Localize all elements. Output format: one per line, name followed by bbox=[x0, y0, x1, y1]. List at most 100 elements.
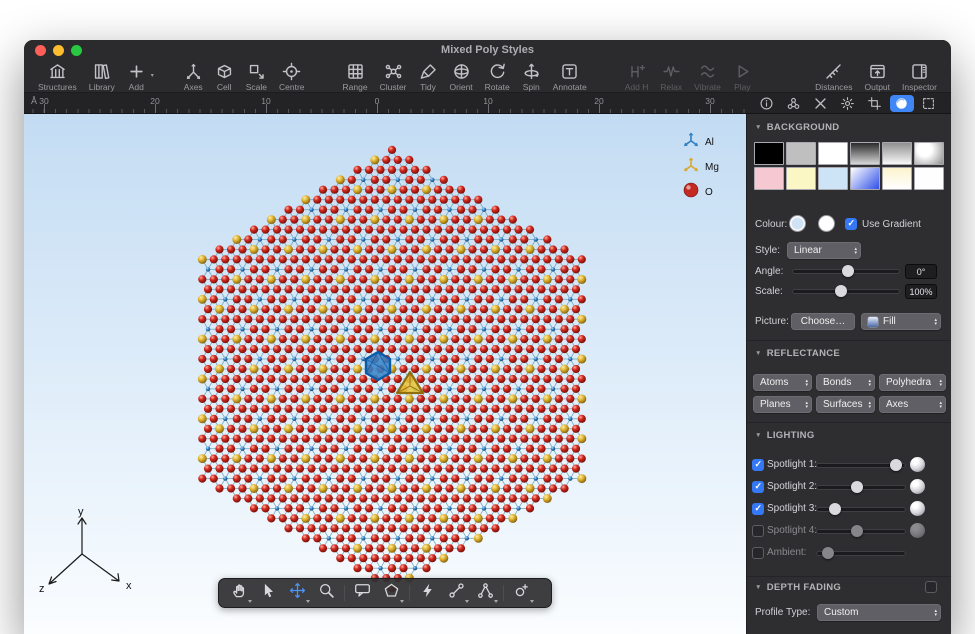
structure-canvas[interactable]: AlMgO y z x bbox=[24, 114, 746, 634]
lighting-checkbox[interactable] bbox=[752, 481, 764, 493]
lighting-section-header[interactable]: ▼LIGHTING bbox=[755, 430, 815, 441]
reflectance-surfaces-popup[interactable]: Surfaces▴▾ bbox=[816, 396, 875, 413]
distance-tool[interactable] bbox=[442, 580, 471, 606]
appearance-tab[interactable] bbox=[890, 95, 914, 112]
style-popup[interactable]: Linear▴▾ bbox=[787, 242, 861, 259]
bond-icon bbox=[448, 582, 465, 604]
ruler-tick-label: 20 bbox=[150, 96, 159, 106]
lighting-checkbox[interactable] bbox=[752, 525, 764, 537]
fill-popup[interactable]: Fill▴▾ bbox=[861, 313, 941, 330]
background-swatch-5[interactable] bbox=[882, 142, 912, 165]
tool-dropdown-icon bbox=[530, 600, 534, 603]
tools-tab[interactable] bbox=[808, 95, 832, 112]
toolbar-inspector-button[interactable]: Inspector bbox=[896, 62, 943, 92]
background-swatch-9[interactable] bbox=[818, 167, 848, 190]
background-section-header[interactable]: ▼BACKGROUND bbox=[755, 122, 839, 133]
toolbar-cell-button[interactable]: Cell bbox=[209, 62, 240, 92]
background-swatch-3[interactable] bbox=[818, 142, 848, 165]
toolbar-range-button[interactable]: Range bbox=[337, 62, 374, 92]
toolbar-output-button[interactable]: Output bbox=[859, 62, 897, 92]
scale-icon bbox=[247, 62, 266, 81]
toolbar-structures-button[interactable]: Structures bbox=[32, 62, 83, 92]
toolbar-axes-button[interactable]: Axes bbox=[178, 62, 209, 92]
ruler-tick-label: 30 bbox=[39, 96, 48, 106]
toolbar-centre-button[interactable]: Centre bbox=[273, 62, 311, 92]
choose-picture-button[interactable]: Choose… bbox=[791, 313, 855, 330]
zoom-tool[interactable] bbox=[312, 580, 341, 606]
pan-tool[interactable] bbox=[225, 580, 254, 606]
toolbar-library-button[interactable]: Library bbox=[83, 62, 121, 92]
use-gradient-checkbox[interactable] bbox=[845, 218, 857, 230]
background-swatch-4[interactable] bbox=[850, 142, 880, 165]
toolbar-spin-button[interactable]: Spin bbox=[516, 62, 547, 92]
colour-well-2[interactable] bbox=[818, 215, 835, 232]
angle-slider[interactable] bbox=[793, 264, 899, 278]
toolbar-add-h-button: Add H bbox=[619, 62, 655, 92]
depth-fading-section-header[interactable]: ▼DEPTH FADING bbox=[755, 582, 841, 593]
scale-value[interactable]: 100% bbox=[905, 284, 937, 299]
toolbar-cluster-button[interactable]: Cluster bbox=[374, 62, 413, 92]
lighting-checkbox[interactable] bbox=[752, 547, 764, 559]
layout-tab[interactable] bbox=[863, 95, 887, 112]
select-tool[interactable] bbox=[254, 580, 283, 606]
ruler-tick-label: 30 bbox=[705, 96, 714, 106]
toolbar-annotate-button[interactable]: Annotate bbox=[547, 62, 593, 92]
colour-well-1[interactable] bbox=[789, 215, 806, 232]
angle-tool[interactable] bbox=[471, 580, 500, 606]
toolbar-add-button[interactable]: ▾Add bbox=[121, 62, 152, 92]
tool-dropdown-icon bbox=[400, 600, 404, 603]
toolbar-tidy-button[interactable]: Tidy bbox=[413, 62, 444, 92]
lighting-slider[interactable] bbox=[817, 458, 905, 472]
light-preview-sphere bbox=[910, 479, 925, 494]
title-bar[interactable]: Mixed Poly Styles bbox=[24, 40, 951, 60]
background-swatch-2[interactable] bbox=[786, 142, 816, 165]
reflectance-polyhedra-popup[interactable]: Polyhedra▴▾ bbox=[879, 374, 946, 391]
lighting-slider[interactable] bbox=[817, 480, 905, 494]
lighting-checkbox[interactable] bbox=[752, 459, 764, 471]
profile-type-popup[interactable]: Custom▴▾ bbox=[817, 604, 941, 621]
legend: AlMgO bbox=[682, 130, 719, 205]
popup-arrows-icon: ▴▾ bbox=[800, 401, 808, 409]
inspector-panel: ▼BACKGROUND Colour: Use Gradient Style: … bbox=[746, 114, 951, 634]
use-gradient-label: Use Gradient bbox=[862, 219, 921, 230]
selected-al-polyhedron[interactable] bbox=[366, 352, 390, 380]
lighting-slider[interactable] bbox=[817, 502, 905, 516]
reflectance-axes-popup[interactable]: Axes▴▾ bbox=[879, 396, 946, 413]
background-swatch-1[interactable] bbox=[754, 142, 784, 165]
popup-arrows-icon: ▴▾ bbox=[800, 379, 808, 387]
reflectance-section-header[interactable]: ▼REFLECTANCE bbox=[755, 348, 840, 359]
selection-tab[interactable] bbox=[917, 95, 941, 112]
toolbar-distances-button[interactable]: Distances bbox=[809, 62, 858, 92]
picture-label: Picture: bbox=[755, 316, 789, 327]
axes-icon bbox=[184, 62, 203, 81]
reflectance-planes-popup[interactable]: Planes▴▾ bbox=[753, 396, 812, 413]
toolbar-orient-button[interactable]: Orient bbox=[444, 62, 479, 92]
toolbar-scale-button[interactable]: Scale bbox=[240, 62, 273, 92]
add-atom-tool[interactable] bbox=[507, 580, 536, 606]
lighting-slider[interactable] bbox=[817, 524, 905, 538]
background-swatch-10[interactable] bbox=[850, 167, 880, 190]
reflectance-bonds-popup[interactable]: Bonds▴▾ bbox=[816, 374, 875, 391]
angle-value[interactable]: 0° bbox=[905, 264, 937, 279]
polygon-select-tool[interactable] bbox=[377, 580, 406, 606]
background-swatch-7[interactable] bbox=[754, 167, 784, 190]
app-window: Mixed Poly Styles StructuresLibrary▾Add A… bbox=[24, 40, 951, 634]
reflectance-atoms-popup[interactable]: Atoms▴▾ bbox=[753, 374, 812, 391]
quick-measure-tool[interactable] bbox=[413, 580, 442, 606]
lighting-row-5: Ambient: bbox=[747, 544, 951, 562]
lighting-slider[interactable] bbox=[817, 546, 905, 560]
background-swatch-6[interactable] bbox=[914, 142, 944, 165]
background-swatch-8[interactable] bbox=[786, 167, 816, 190]
model-tab[interactable] bbox=[781, 95, 805, 112]
translate-tool[interactable] bbox=[283, 580, 312, 606]
lighting-checkbox[interactable] bbox=[752, 503, 764, 515]
background-swatch-11[interactable] bbox=[882, 167, 912, 190]
toolbar-rotate-button[interactable]: Rotate bbox=[479, 62, 516, 92]
scale-slider[interactable] bbox=[793, 284, 899, 298]
settings-tab[interactable] bbox=[835, 95, 859, 112]
background-swatch-12[interactable] bbox=[914, 167, 944, 190]
depth-fading-checkbox[interactable] bbox=[925, 581, 937, 593]
axis-label-y: y bbox=[78, 506, 84, 518]
label-tool[interactable] bbox=[348, 580, 377, 606]
info-tab[interactable] bbox=[754, 95, 778, 112]
